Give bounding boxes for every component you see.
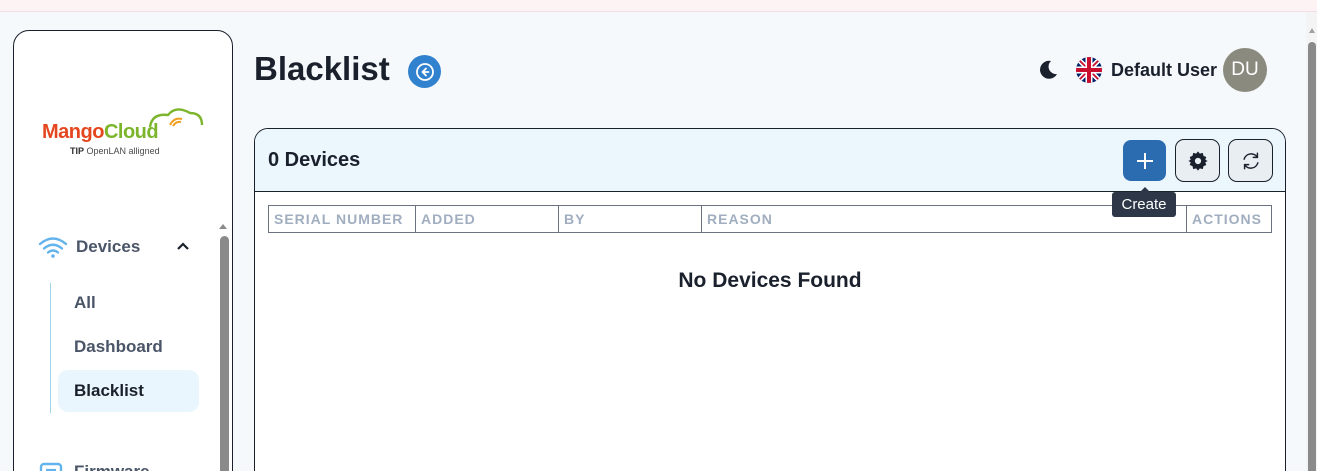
sidebar-item-firmware-label: Firmware [74,462,150,471]
back-button[interactable] [408,55,441,88]
sidebar-item-label: Dashboard [74,337,163,356]
card-title: 0 Devices [268,149,361,171]
sidebar-scrollbar-thumb[interactable] [220,236,229,471]
top-strip [0,0,1317,12]
settings-button[interactable] [1175,139,1220,182]
sidebar-scroll-up-arrow[interactable] [219,224,227,229]
plus-icon [1136,152,1153,169]
chevron-up-icon[interactable] [176,239,190,253]
column-header-by[interactable]: BY [559,206,702,232]
sidebar-item-devices[interactable]: Devices [38,231,198,263]
scroll-up-arrow[interactable] [1309,28,1315,33]
logo[interactable]: MangoCloud TIP OpenLAN alligned [42,107,207,159]
logo-tagline-rest: OpenLAN alligned [86,146,160,156]
refresh-button[interactable] [1228,139,1273,182]
sidebar-item-devices-label: Devices [76,237,141,256]
page-title: Blacklist [254,50,390,87]
sidebar-item-all[interactable]: All [58,282,199,324]
sidebar-item-label: Blacklist [74,381,144,400]
avatar[interactable]: DU [1223,48,1267,92]
firmware-icon [39,462,63,471]
sidebar: MangoCloud TIP OpenLAN alligned Devices … [13,30,233,471]
logo-mango: Mango [42,121,104,143]
moon-icon[interactable] [1036,58,1060,82]
gear-icon [1187,150,1208,171]
sidebar-item-blacklist[interactable]: Blacklist [58,370,199,412]
wifi-icon [38,237,68,258]
page-scrollbar[interactable] [1306,12,1317,471]
devices-card: 0 Devices SERIAL NUMBER ADDED BY REASON [254,128,1286,471]
arrow-left-circle-icon [415,62,434,81]
create-button[interactable] [1123,140,1166,181]
sidebar-item-dashboard[interactable]: Dashboard [58,326,199,368]
refresh-icon [1242,151,1259,170]
column-header-actions: ACTIONS [1192,211,1262,227]
scrollbar-thumb[interactable] [1308,42,1316,471]
card-header: 0 Devices [255,129,1285,192]
submenu-line [50,283,51,413]
logo-tagline: TIP OpenLAN alligned [70,146,160,156]
user-name[interactable]: Default User [1111,60,1217,81]
sidebar-item-firmware[interactable]: Firmware [38,459,198,471]
column-header-added[interactable]: ADDED [416,206,559,232]
logo-text: MangoCloud [42,121,159,144]
logo-cloud: Cloud [103,121,159,143]
create-tooltip: Create [1112,187,1176,217]
sidebar-item-label: All [74,293,96,312]
column-header-serial-number[interactable]: SERIAL NUMBER [269,206,416,232]
uk-flag-icon[interactable] [1076,57,1102,83]
empty-state-message: No Devices Found [678,269,862,292]
logo-tagline-brand: TIP [70,146,85,156]
